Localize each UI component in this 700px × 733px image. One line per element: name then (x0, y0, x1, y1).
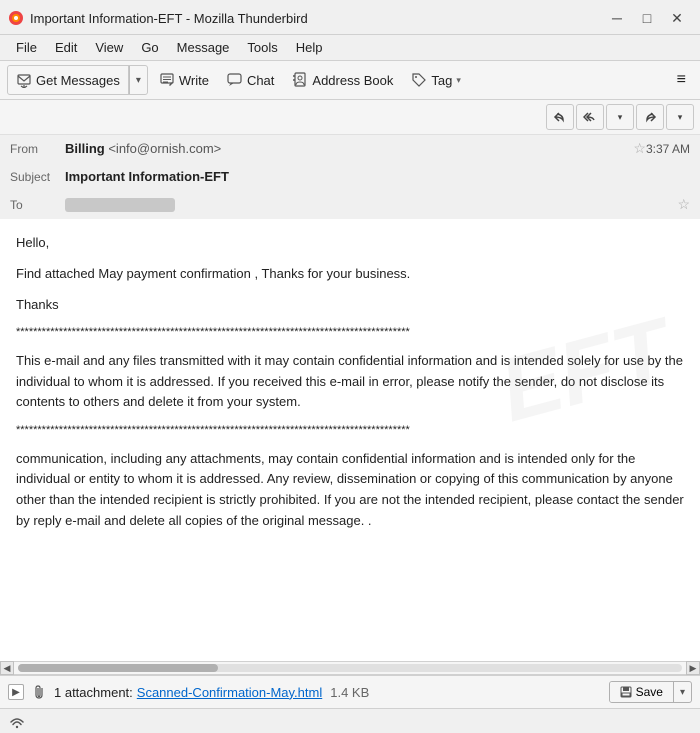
message-action-toolbar: ▾ ▾ (0, 100, 700, 135)
forward-button[interactable] (636, 104, 664, 130)
address-book-icon (292, 72, 308, 88)
get-messages-button[interactable]: Get Messages (8, 66, 129, 94)
message-time: 3:37 AM (646, 142, 690, 156)
attachment-size: 1.4 KB (330, 685, 369, 700)
window-controls: ─ □ ✕ (602, 6, 692, 30)
body-line1: Find attached May payment confirmation ,… (16, 264, 684, 285)
reply-button[interactable] (546, 104, 574, 130)
get-messages-label: Get Messages (36, 73, 120, 88)
subject-text: Important Information-EFT (65, 169, 229, 184)
tag-label: Tag (431, 73, 452, 88)
menu-tools[interactable]: Tools (239, 37, 285, 58)
to-star-icon[interactable]: ☆ (677, 196, 690, 213)
reply-all-button[interactable] (576, 104, 604, 130)
attachment-count: 1 attachment: (54, 685, 133, 700)
menu-message[interactable]: Message (169, 37, 238, 58)
horizontal-scrollbar[interactable]: ◀ ▶ (0, 661, 700, 675)
chat-label: Chat (247, 73, 274, 88)
to-label: To (10, 198, 65, 212)
disclaimer-text-1: This e-mail and any files transmitted wi… (16, 351, 684, 413)
get-messages-group: Get Messages ▾ (7, 65, 148, 95)
write-label: Write (179, 73, 209, 88)
to-value (65, 197, 671, 213)
forward-dropdown[interactable]: ▾ (666, 104, 694, 130)
disclaimer-text-2: communication, including any attachments… (16, 449, 684, 532)
maximize-button[interactable]: □ (632, 6, 662, 30)
status-bar (0, 708, 700, 733)
menu-icon: ≡ (677, 71, 686, 89)
scroll-right-arrow[interactable]: ▶ (686, 661, 700, 675)
from-name: Billing (65, 141, 105, 156)
from-field: From Billing <info@ornish.com> ☆ 3:37 AM (0, 135, 700, 163)
disclaimer-stars-top: ****************************************… (16, 325, 684, 340)
menu-button[interactable]: ≡ (669, 67, 694, 93)
from-label: From (10, 142, 65, 156)
from-email: <info@ornish.com> (108, 141, 221, 156)
close-button[interactable]: ✕ (662, 6, 692, 30)
scroll-track[interactable] (18, 664, 682, 672)
menu-edit[interactable]: Edit (47, 37, 85, 58)
subject-value: Important Information-EFT (65, 169, 690, 184)
title-bar: Important Information-EFT - Mozilla Thun… (0, 0, 700, 35)
menu-file[interactable]: File (8, 37, 45, 58)
from-value: Billing <info@ornish.com> (65, 141, 627, 156)
content-area: ▾ ▾ From Billing <info@ornish.com> ☆ 3:3… (0, 100, 700, 661)
wifi-icon (8, 712, 26, 730)
save-button-group: Save ▾ (609, 681, 692, 703)
message-content: ▾ ▾ From Billing <info@ornish.com> ☆ 3:3… (0, 100, 700, 661)
save-main-button[interactable]: Save (610, 682, 674, 702)
from-star-icon[interactable]: ☆ (633, 140, 646, 157)
tag-button[interactable]: Tag ▾ (403, 68, 469, 92)
title-bar-left: Important Information-EFT - Mozilla Thun… (8, 10, 308, 26)
get-messages-dropdown[interactable]: ▾ (129, 66, 147, 94)
save-icon (620, 686, 632, 698)
subject-field: Subject Important Information-EFT (0, 163, 700, 191)
scroll-left-arrow[interactable]: ◀ (0, 661, 14, 675)
attachment-info: 1 attachment: Scanned-Confirmation-May.h… (54, 685, 601, 700)
window-title: Important Information-EFT - Mozilla Thun… (30, 11, 308, 26)
reply-icon (553, 110, 567, 124)
attachment-expand-button[interactable]: ▶ (8, 684, 24, 700)
minimize-button[interactable]: ─ (602, 6, 632, 30)
message-body: EFT Hello, Find attached May payment con… (0, 219, 700, 661)
to-address-blurred (65, 198, 175, 212)
chat-icon (227, 72, 243, 88)
forward-icon (643, 110, 657, 124)
menu-help[interactable]: Help (288, 37, 331, 58)
body-greeting: Hello, (16, 233, 684, 254)
tag-dropdown-arrow: ▾ (456, 75, 461, 86)
paperclip-icon (32, 685, 46, 699)
to-field: To ☆ (0, 191, 700, 219)
menu-view[interactable]: View (87, 37, 131, 58)
menu-bar: File Edit View Go Message Tools Help (0, 35, 700, 61)
reply-dropdown[interactable]: ▾ (606, 104, 634, 130)
attachment-filename[interactable]: Scanned-Confirmation-May.html (137, 685, 322, 700)
save-dropdown-button[interactable]: ▾ (674, 684, 691, 701)
write-icon (159, 72, 175, 88)
get-messages-icon (16, 72, 32, 88)
body-thanks: Thanks (16, 295, 684, 316)
tag-icon (411, 72, 427, 88)
address-book-label: Address Book (312, 73, 393, 88)
attachment-bar: ▶ 1 attachment: Scanned-Confirmation-May… (0, 675, 700, 708)
reply-all-icon (583, 110, 597, 124)
main-toolbar: Get Messages ▾ Write Chat Address Book (0, 61, 700, 100)
disclaimer-stars-bottom: ****************************************… (16, 423, 684, 438)
save-label: Save (636, 685, 663, 699)
app-icon (8, 10, 24, 26)
write-button[interactable]: Write (151, 68, 217, 92)
scroll-thumb[interactable] (18, 664, 218, 672)
address-book-button[interactable]: Address Book (284, 68, 401, 92)
subject-label: Subject (10, 170, 65, 184)
chat-button[interactable]: Chat (219, 68, 282, 92)
menu-go[interactable]: Go (133, 37, 166, 58)
